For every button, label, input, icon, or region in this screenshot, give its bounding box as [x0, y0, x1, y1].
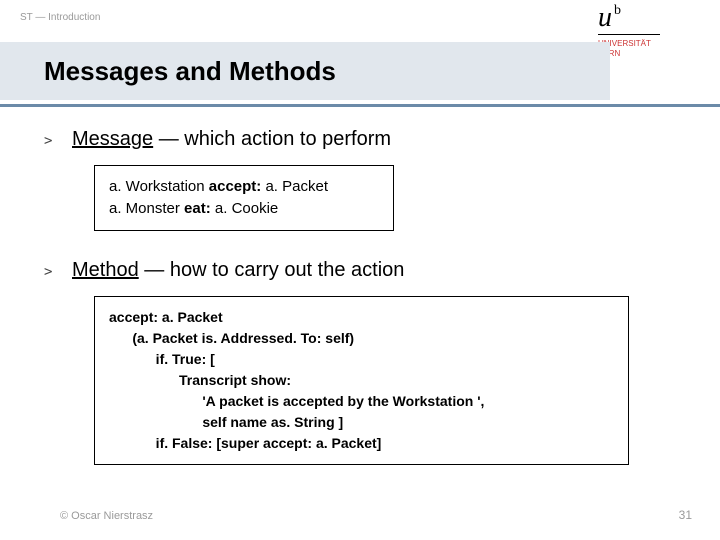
code-line: (a. Packet is. Addressed. To: self) [109, 328, 614, 349]
bullet-term: Message [72, 128, 153, 150]
footer-page-number: 31 [679, 508, 692, 522]
bullet-text: Method — how to carry out the action [72, 259, 404, 282]
code-line: accept: a. Packet [109, 307, 614, 328]
university-logo: ub UNIVERSITÄT BERN [598, 4, 698, 58]
code-box-method: accept: a. Packet (a. Packet is. Address… [94, 296, 629, 465]
logo-u: u [598, 4, 612, 32]
bullet-message: > Message — which action to perform [44, 128, 674, 151]
code-box-message: a. Workstation accept: a. Packet a. Mons… [94, 165, 394, 231]
bullet-rest: — which action to perform [153, 128, 391, 150]
code-line: if. False: [super accept: a. Packet] [109, 433, 614, 454]
logo-b: b [614, 3, 621, 18]
bullet-marker: > [44, 133, 72, 149]
bullet-marker: > [44, 264, 72, 280]
logo-text-2: BERN [598, 49, 698, 59]
slide-title: Messages and Methods [44, 56, 336, 87]
bullet-text: Message — which action to perform [72, 128, 391, 151]
code-line: a. Monster eat: a. Cookie [109, 198, 379, 220]
bullet-term: Method [72, 259, 139, 281]
header-label: ST — Introduction [20, 12, 100, 23]
bullet-method: > Method — how to carry out the action [44, 259, 674, 282]
title-band: Messages and Methods [0, 42, 610, 100]
code-line: self name as. String ] [109, 412, 614, 433]
accent-bar [0, 104, 720, 107]
logo-text-1: UNIVERSITÄT [598, 39, 698, 49]
code-line: if. True: [ [109, 349, 614, 370]
slide: ST — Introduction ub UNIVERSITÄT BERN Me… [0, 0, 720, 540]
bullet-rest: — how to carry out the action [139, 259, 405, 281]
code-line: a. Workstation accept: a. Packet [109, 176, 379, 198]
content-area: > Message — which action to perform a. W… [44, 128, 674, 493]
code-line: 'A packet is accepted by the Workstation… [109, 391, 614, 412]
code-line: Transcript show: [109, 370, 614, 391]
footer-copyright: © Oscar Nierstrasz [60, 510, 153, 522]
logo-divider [598, 34, 660, 35]
